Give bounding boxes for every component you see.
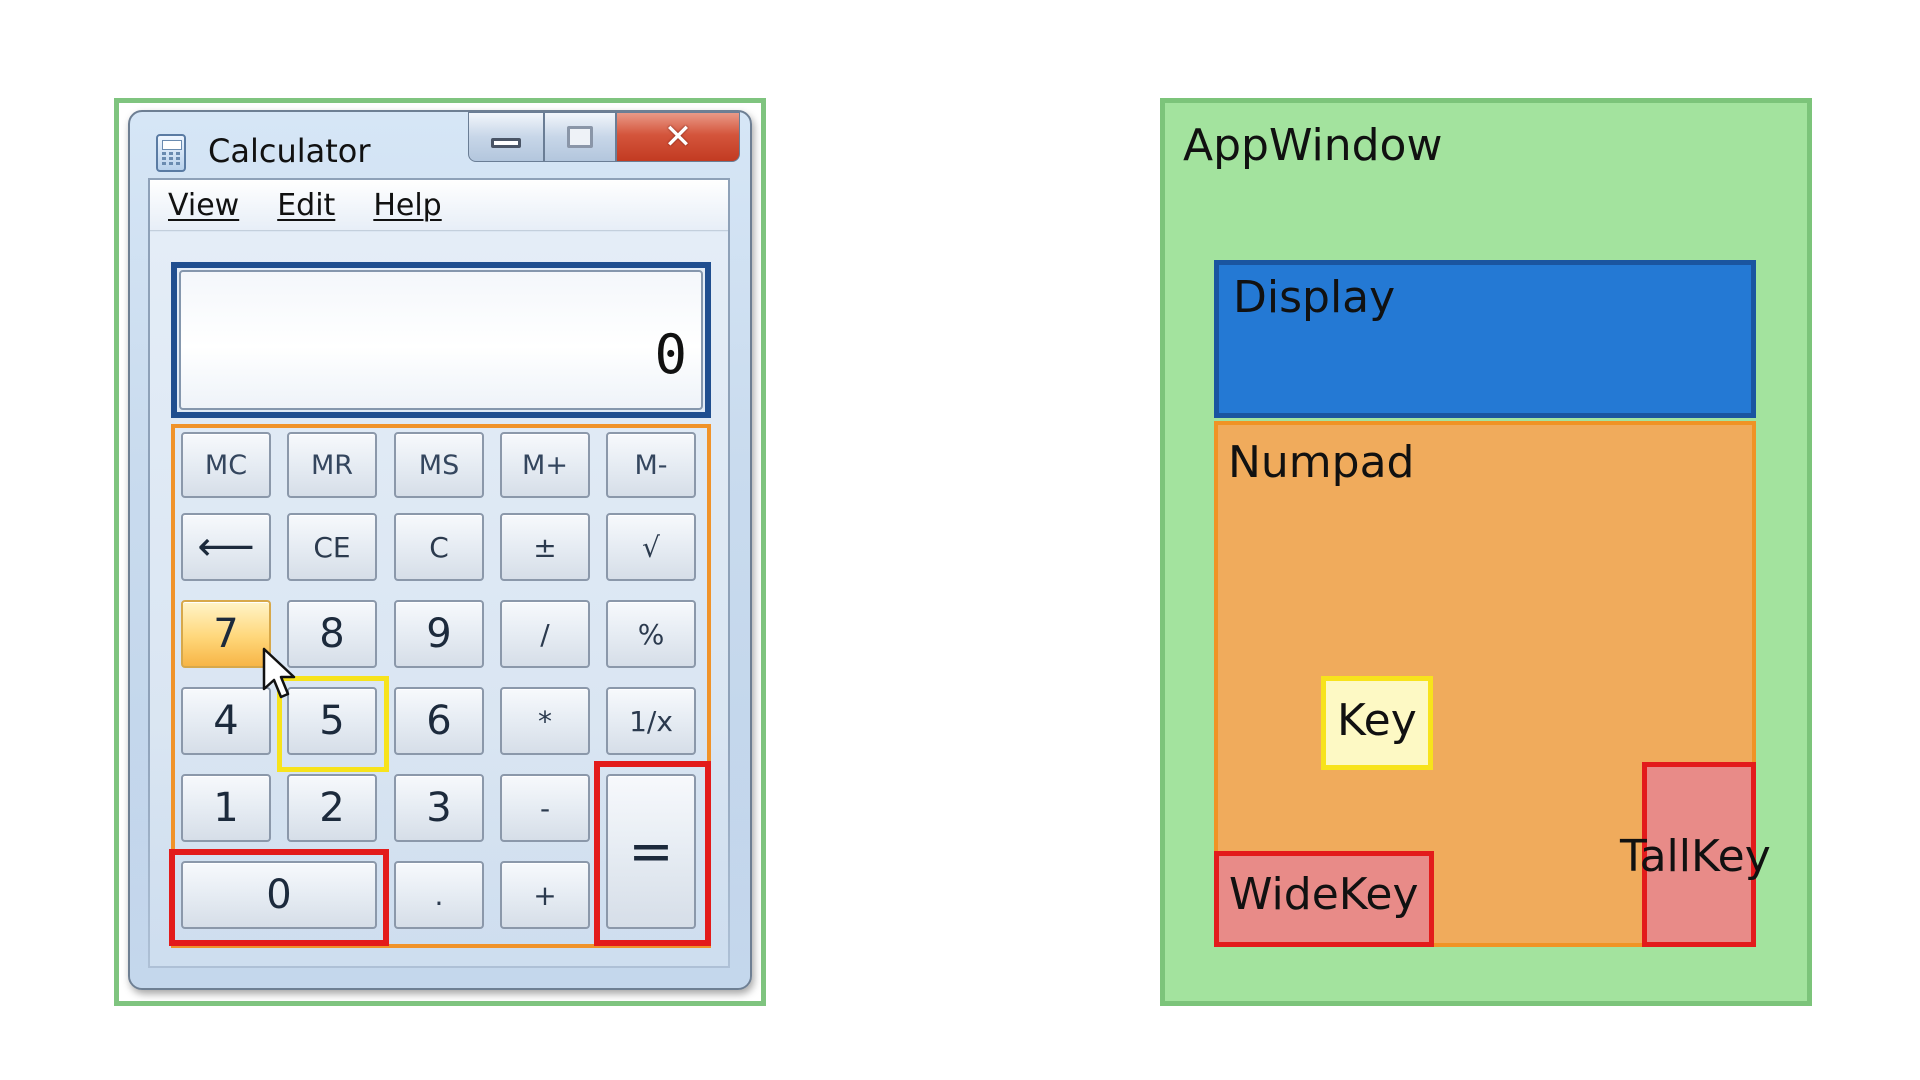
key-mc[interactable]: MC	[181, 432, 271, 498]
mouse-pointer-icon	[262, 647, 296, 699]
key-minus[interactable]: -	[500, 774, 590, 842]
menu-item-edit[interactable]: Edit	[277, 188, 335, 223]
key-backspace[interactable]: ⟵	[181, 513, 271, 581]
key-ce[interactable]: CE	[287, 513, 377, 581]
display-value: 0	[654, 323, 687, 386]
key-m-plus[interactable]: M+	[500, 432, 590, 498]
tallkey-annotation-box	[594, 761, 711, 946]
key-4[interactable]: 4	[181, 687, 271, 755]
key-3[interactable]: 3	[394, 774, 484, 842]
maximize-button[interactable]	[544, 112, 616, 162]
calculator-display: 0	[179, 270, 703, 410]
key-c[interactable]: C	[394, 513, 484, 581]
key-percent[interactable]: %	[606, 600, 696, 668]
widekey-annotation-box	[169, 849, 389, 946]
maximize-icon	[567, 126, 593, 148]
window-title: Calculator	[208, 132, 371, 170]
key-reciprocal[interactable]: 1/x	[606, 687, 696, 755]
key-mr[interactable]: MR	[287, 432, 377, 498]
close-button[interactable]: ✕	[616, 112, 740, 162]
label-numpad: Numpad	[1228, 437, 1415, 488]
window-controls: ✕	[468, 112, 740, 164]
key-7[interactable]: 7	[181, 600, 271, 668]
label-tallkey: TallKey	[1620, 831, 1771, 882]
key-2[interactable]: 2	[287, 774, 377, 842]
key-8[interactable]: 8	[287, 600, 377, 668]
key-m-minus[interactable]: M-	[606, 432, 696, 498]
close-icon: ✕	[663, 117, 693, 157]
minimize-button[interactable]	[468, 112, 544, 162]
minimize-icon	[491, 138, 521, 148]
key-ms[interactable]: MS	[394, 432, 484, 498]
menu-item-help[interactable]: Help	[373, 188, 441, 223]
label-appwindow: AppWindow	[1183, 120, 1443, 171]
key-6[interactable]: 6	[394, 687, 484, 755]
key-plus[interactable]: +	[500, 861, 590, 929]
key-1[interactable]: 1	[181, 774, 271, 842]
label-key: Key	[1337, 695, 1417, 746]
key-sqrt[interactable]: √	[606, 513, 696, 581]
calculator-icon	[156, 134, 186, 172]
menu-item-view[interactable]: View	[168, 188, 239, 223]
key-9[interactable]: 9	[394, 600, 484, 668]
label-widekey: WideKey	[1229, 869, 1419, 920]
label-display: Display	[1233, 272, 1396, 323]
key-divide[interactable]: /	[500, 600, 590, 668]
key-multiply[interactable]: *	[500, 687, 590, 755]
key-decimal[interactable]: .	[394, 861, 484, 929]
key-plus-minus[interactable]: ±	[500, 513, 590, 581]
menu-bar: View Edit Help	[150, 180, 728, 231]
